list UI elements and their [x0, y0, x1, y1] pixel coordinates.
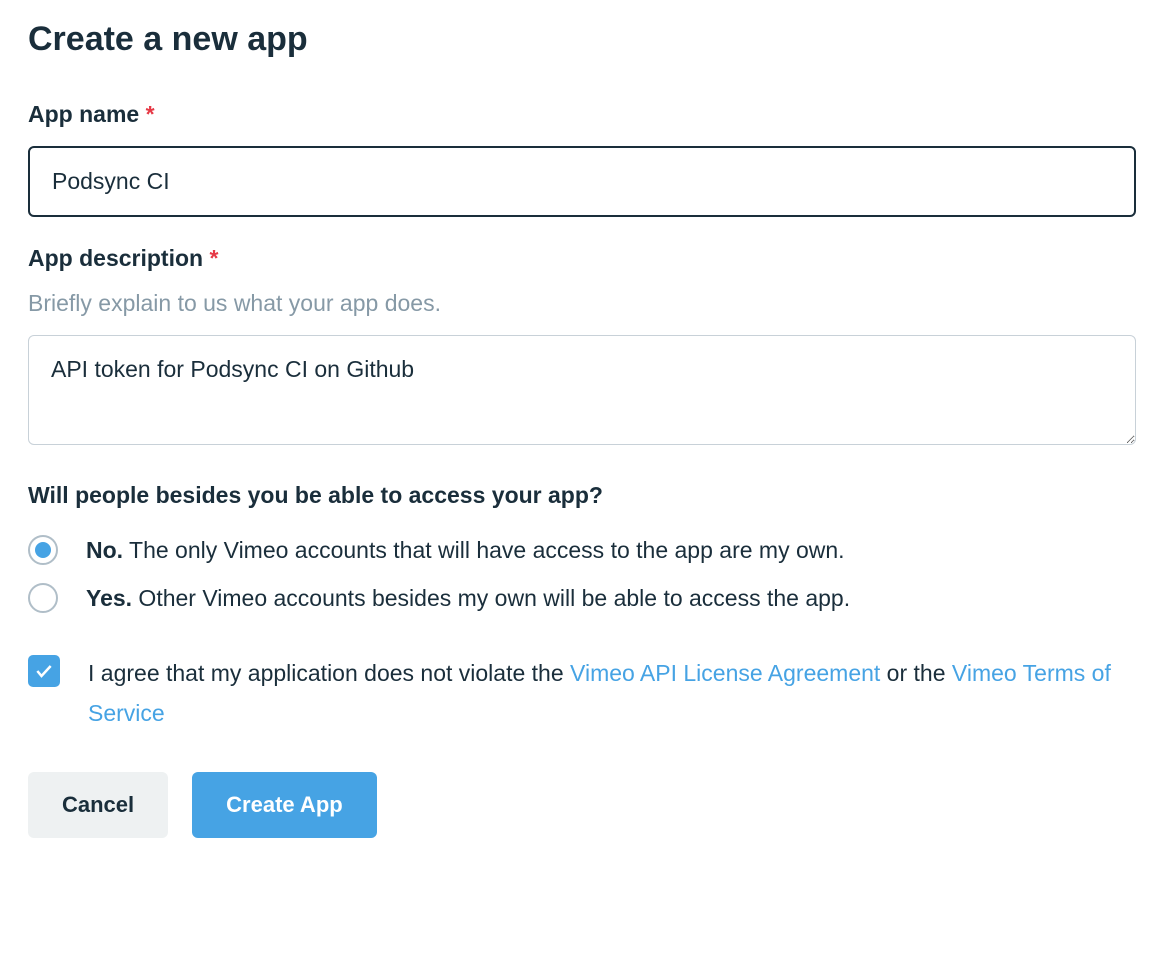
app-description-help: Briefly explain to us what your app does… — [28, 290, 1136, 317]
app-description-group: App description * Briefly explain to us … — [28, 245, 1136, 450]
radio-no-label[interactable]: No. The only Vimeo accounts that will ha… — [86, 537, 845, 564]
radio-no[interactable] — [28, 535, 58, 565]
agreement-checkbox[interactable] — [28, 655, 60, 687]
radio-yes-text: Other Vimeo accounts besides my own will… — [132, 585, 850, 611]
page-title: Create a new app — [28, 20, 1136, 59]
agreement-prefix: I agree that my application does not vio… — [88, 660, 570, 686]
radio-yes[interactable] — [28, 583, 58, 613]
app-description-label-text: App description — [28, 245, 203, 271]
cancel-button[interactable]: Cancel — [28, 772, 168, 838]
radio-yes-label[interactable]: Yes. Other Vimeo accounts besides my own… — [86, 585, 850, 612]
agreement-text: I agree that my application does not vio… — [88, 653, 1128, 734]
required-asterisk: * — [146, 101, 155, 127]
check-icon — [34, 661, 54, 681]
radio-yes-bold: Yes. — [86, 585, 132, 611]
app-name-label-text: App name — [28, 101, 139, 127]
app-name-group: App name * — [28, 101, 1136, 217]
create-app-button[interactable]: Create App — [192, 772, 377, 838]
radio-no-text: The only Vimeo accounts that will have a… — [123, 537, 844, 563]
button-row: Cancel Create App — [28, 772, 1136, 838]
required-asterisk: * — [209, 245, 218, 271]
app-name-input[interactable] — [28, 146, 1136, 217]
access-option-yes[interactable]: Yes. Other Vimeo accounts besides my own… — [28, 583, 1136, 613]
access-option-no[interactable]: No. The only Vimeo accounts that will ha… — [28, 535, 1136, 565]
access-question-label: Will people besides you be able to acces… — [28, 482, 1136, 509]
app-name-label: App name * — [28, 101, 1136, 128]
app-description-input[interactable]: API token for Podsync CI on Github — [28, 335, 1136, 445]
app-description-label: App description * — [28, 245, 1136, 272]
radio-no-bold: No. — [86, 537, 123, 563]
agreement-row: I agree that my application does not vio… — [28, 653, 1136, 734]
agreement-middle: or the — [880, 660, 952, 686]
api-license-link[interactable]: Vimeo API License Agreement — [570, 660, 880, 686]
